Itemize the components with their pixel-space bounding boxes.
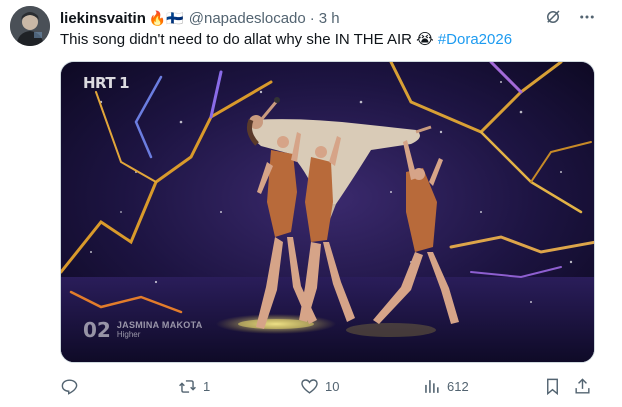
more-icon[interactable] <box>576 6 598 28</box>
share-button[interactable] <box>573 372 592 400</box>
channel-number: 1 <box>119 74 130 92</box>
repost-count: 1 <box>203 378 211 394</box>
reply-icon <box>61 378 78 395</box>
views-icon <box>425 379 439 393</box>
channel-logo: HRT <box>83 74 116 92</box>
views-button[interactable]: 612 <box>422 372 469 400</box>
user-handle[interactable]: @napadeslocado <box>189 10 306 27</box>
share-icon <box>575 377 590 394</box>
bookmark-button[interactable] <box>543 372 562 400</box>
performer-number: 02 <box>83 318 111 342</box>
separator-dot: · <box>309 9 315 27</box>
like-count: 10 <box>325 378 340 394</box>
grok-icon[interactable] <box>542 6 564 28</box>
performer-name: JASMINA MAKOTA <box>116 320 203 330</box>
action-bar: 1 10 612 <box>60 372 600 400</box>
timestamp[interactable]: 3 h <box>319 10 340 27</box>
song-title: Higher <box>116 330 141 339</box>
tweet[interactable]: liekinsvaitin 🔥🇫🇮 @napadeslocado · 3 h T… <box>0 0 622 407</box>
display-name[interactable]: liekinsvaitin <box>60 10 146 27</box>
reply-button[interactable] <box>60 372 85 400</box>
repost-button[interactable]: 1 <box>178 372 210 400</box>
header-icons <box>542 6 598 28</box>
tweet-media[interactable]: HRT 1 02 JASMINA MAKOTA Higher <box>60 61 595 363</box>
channel-watermark: HRT 1 <box>83 74 130 92</box>
tweet-text: This song didn't need to do allat why sh… <box>60 30 512 50</box>
views-count: 612 <box>447 378 469 394</box>
name-emojis: 🔥🇫🇮 <box>148 10 184 26</box>
hashtag-link[interactable]: #Dora2026 <box>438 31 512 48</box>
bookmark-icon <box>547 378 558 395</box>
like-button[interactable]: 10 <box>300 372 339 400</box>
repost-icon <box>179 379 196 393</box>
tweet-text-main: This song didn't need to do allat why sh… <box>60 31 412 48</box>
tweet-header: liekinsvaitin 🔥🇫🇮 @napadeslocado · 3 h <box>60 8 340 28</box>
tweet-emoji: 😭 <box>416 31 434 48</box>
lower-third: 02 JASMINA MAKOTA Higher <box>83 318 203 342</box>
heart-icon <box>301 378 318 394</box>
avatar[interactable] <box>10 6 50 46</box>
